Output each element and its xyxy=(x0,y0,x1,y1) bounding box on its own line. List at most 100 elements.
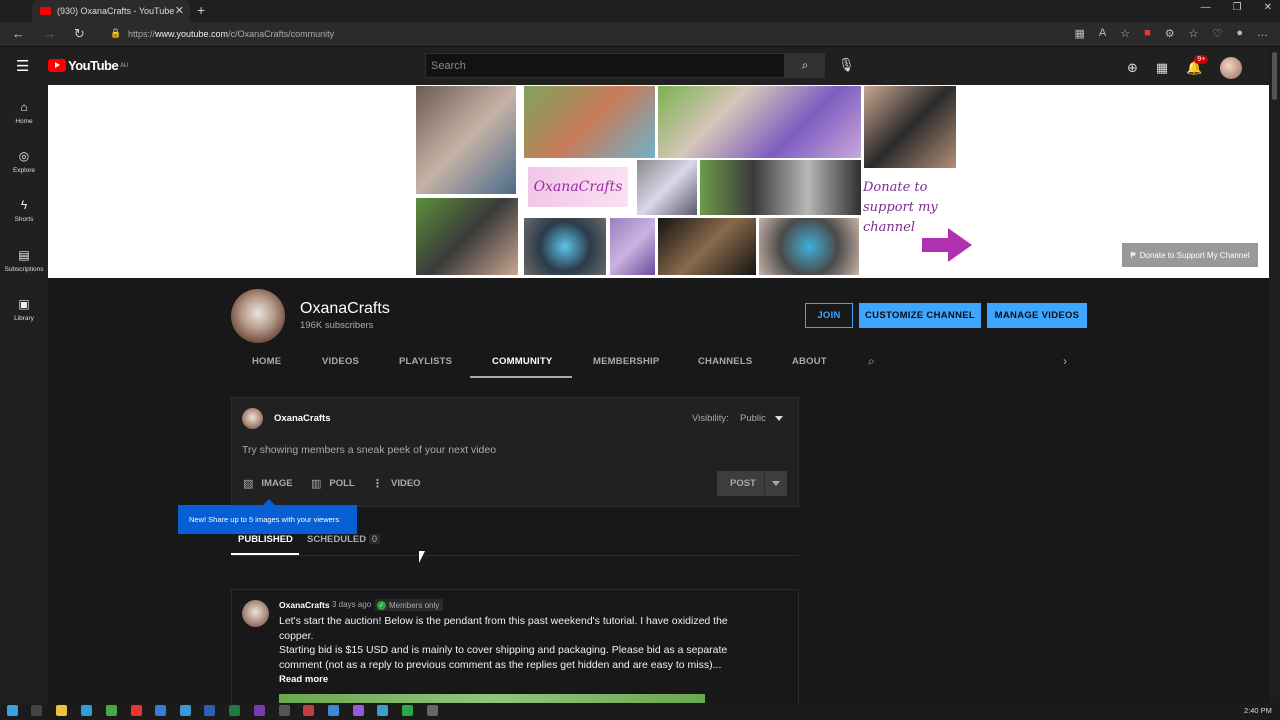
taskbar-app-icon[interactable] xyxy=(377,705,388,716)
video-icon: ⋮ xyxy=(372,478,383,490)
chevron-right-icon[interactable]: › xyxy=(1063,354,1067,368)
tab-about[interactable]: ABOUT xyxy=(792,356,827,367)
excel-icon[interactable] xyxy=(229,705,240,716)
browser-tab[interactable]: (930) OxanaCrafts - YouTube ✕ xyxy=(32,0,190,22)
youtube-header: ☰ YouTube AU Search ⌕ 🎙 ⊕ ▦ 🔔 9+ xyxy=(0,47,1280,85)
extension-red-icon[interactable]: ■ xyxy=(1144,27,1151,40)
post-options-dropdown-icon[interactable] xyxy=(772,481,780,486)
search-icon: ⌕ xyxy=(801,58,809,72)
customize-channel-button[interactable]: CUSTOMIZE CHANNEL xyxy=(859,303,981,328)
members-only-badge: ✓ Members only xyxy=(375,599,444,611)
post-image[interactable] xyxy=(279,694,705,703)
chrome-icon[interactable] xyxy=(106,705,117,716)
image-attach-button[interactable]: ▨ IMAGE xyxy=(243,477,293,490)
taskbar-search-icon[interactable] xyxy=(31,705,42,716)
close-window-icon[interactable]: ✕ xyxy=(1264,2,1272,13)
nav-item-subscriptions[interactable]: ▤ Subscriptions xyxy=(0,248,48,273)
edge-browser-icon[interactable] xyxy=(81,705,92,716)
channel-search-icon[interactable]: ⌕ xyxy=(868,354,875,369)
members-check-icon: ✓ xyxy=(377,600,386,610)
tab-playlists[interactable]: PLAYLISTS xyxy=(399,356,452,367)
collections-icon[interactable]: ♡ xyxy=(1212,27,1222,40)
tab-channels[interactable]: CHANNELS xyxy=(698,356,752,367)
post-text-input[interactable]: Try showing members a sneak peek of your… xyxy=(242,444,496,456)
favorite-icon[interactable]: ☆ xyxy=(1120,27,1130,40)
file-explorer-icon[interactable] xyxy=(56,705,67,716)
subscriber-count: 196K subscribers xyxy=(300,320,374,331)
video-attach-button[interactable]: ⋮ VIDEO xyxy=(372,477,421,490)
read-aloud-icon[interactable]: A xyxy=(1099,27,1106,40)
create-video-icon[interactable]: ⊕ xyxy=(1127,60,1138,76)
arrow-head-icon xyxy=(948,228,972,262)
taskbar-app-icon[interactable] xyxy=(131,705,142,716)
image-tooltip: New! Share up to 5 images with your view… xyxy=(178,499,357,534)
forward-icon[interactable]: → xyxy=(43,26,56,42)
back-icon[interactable]: ← xyxy=(12,26,25,42)
xbox-icon[interactable] xyxy=(402,705,413,716)
notifications-icon[interactable]: 🔔 9+ xyxy=(1186,55,1209,76)
taskbar-app-icon[interactable] xyxy=(328,705,339,716)
channel-banner: OxanaCrafts Donate to support my channel… xyxy=(48,85,1269,278)
microphone-icon[interactable]: 🎙 xyxy=(838,57,855,73)
taskbar-app-icon[interactable] xyxy=(303,705,314,716)
taskbar-app-icon[interactable] xyxy=(427,705,438,716)
browser-extension-icons: ▦ A ☆ ■ ⚙ ☆ ♡ ● … xyxy=(1074,27,1268,40)
paypal-icon: ₱ xyxy=(1130,250,1136,260)
read-more-link[interactable]: Read more xyxy=(279,674,328,685)
hamburger-menu-icon[interactable]: ☰ xyxy=(16,57,29,75)
tab-published[interactable]: PUBLISHED xyxy=(238,534,293,545)
more-icon[interactable]: … xyxy=(1257,27,1268,40)
notification-badge: 9+ xyxy=(1194,55,1209,64)
post-timestamp[interactable]: 3 days ago xyxy=(332,600,371,609)
search-button[interactable]: ⌕ xyxy=(785,53,825,78)
banner-donate-line: support my xyxy=(863,200,938,215)
word-icon[interactable] xyxy=(204,705,215,716)
url-field[interactable]: 🔒 https://www.youtube.com/c/OxanaCrafts/… xyxy=(102,24,1012,44)
refresh-icon[interactable]: ↻ xyxy=(74,26,85,42)
tab-home[interactable]: HOME xyxy=(252,356,281,367)
tab-videos[interactable]: VIDEOS xyxy=(322,356,359,367)
mail-icon[interactable] xyxy=(155,705,166,716)
windows-start-icon[interactable] xyxy=(7,705,18,716)
manage-videos-button[interactable]: MANAGE VIDEOS xyxy=(987,303,1087,328)
tab-community[interactable]: COMMUNITY xyxy=(492,356,552,367)
apps-icon[interactable]: ▦ xyxy=(1074,27,1084,40)
banner-photo xyxy=(864,86,956,168)
close-tab-icon[interactable]: ✕ xyxy=(175,4,184,17)
tab-scheduled[interactable]: SCHEDULED xyxy=(307,534,366,545)
nav-label-library: Library xyxy=(14,315,34,322)
post-author-avatar[interactable] xyxy=(242,600,269,627)
poll-attach-button[interactable]: ▥ POLL xyxy=(311,477,355,490)
taskbar-app-icon[interactable] xyxy=(279,705,290,716)
extensions-icon[interactable]: ⚙ xyxy=(1165,27,1175,40)
visibility-select[interactable]: Public xyxy=(740,413,766,424)
profile-icon[interactable]: ● xyxy=(1236,27,1243,40)
join-button[interactable]: JOIN xyxy=(805,303,853,328)
post-button-divider xyxy=(764,473,765,494)
taskbar-app-icon[interactable] xyxy=(180,705,191,716)
mouse-cursor-icon xyxy=(419,551,425,563)
active-tab-indicator xyxy=(470,376,572,378)
taskbar-app-icon[interactable] xyxy=(353,705,364,716)
search-input[interactable]: Search xyxy=(425,53,785,78)
nav-item-home[interactable]: ⌂ Home xyxy=(0,100,48,125)
post-text-line: Let's start the auction! Below is the pe… xyxy=(279,615,728,627)
new-tab-icon[interactable]: + xyxy=(197,2,205,18)
post-author[interactable]: OxanaCrafts xyxy=(279,600,330,610)
nav-item-library[interactable]: ▣ Library xyxy=(0,297,48,322)
scrollbar-thumb[interactable] xyxy=(1272,52,1277,100)
restore-icon[interactable]: ❐ xyxy=(1233,2,1242,13)
favorites-bar-icon[interactable]: ☆ xyxy=(1189,27,1199,40)
post-text-line: Starting bid is $15 USD and is mainly to… xyxy=(279,644,728,656)
nav-item-explore[interactable]: ◎ Explore xyxy=(0,149,48,174)
account-avatar[interactable] xyxy=(1220,57,1243,79)
nav-item-shorts[interactable]: ϟ Shorts xyxy=(0,198,48,223)
youtube-logo[interactable]: YouTube AU xyxy=(48,58,128,73)
visibility-dropdown-icon[interactable] xyxy=(775,416,783,421)
page-scrollbar[interactable] xyxy=(1269,47,1280,703)
onenote-icon[interactable] xyxy=(254,705,265,716)
donate-link[interactable]: ₱ Donate to Support My Channel xyxy=(1122,243,1258,267)
minimize-icon[interactable]: — xyxy=(1201,2,1211,13)
apps-grid-icon[interactable]: ▦ xyxy=(1156,60,1168,76)
tab-membership[interactable]: MEMBERSHIP xyxy=(593,356,659,367)
